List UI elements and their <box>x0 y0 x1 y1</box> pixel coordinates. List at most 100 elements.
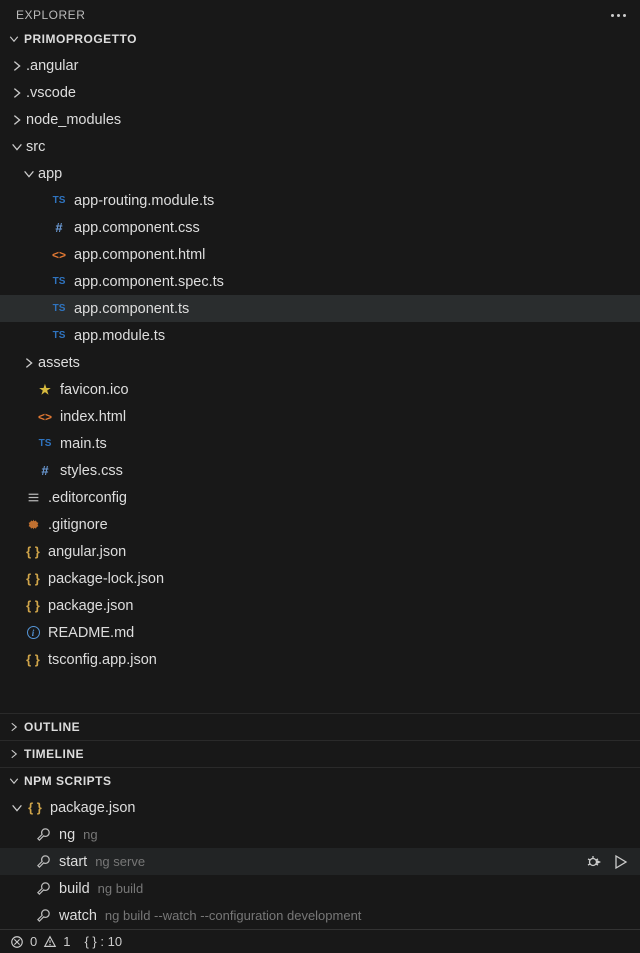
npm-script-cmd: ng build --watch --configuration develop… <box>105 908 362 923</box>
chevron-icon <box>10 140 24 154</box>
file-label: README.md <box>48 625 134 641</box>
warning-icon[interactable] <box>43 935 57 949</box>
chevron-icon <box>10 59 24 73</box>
npm-script-row[interactable]: buildng build <box>0 875 640 902</box>
file-row[interactable]: { }tsconfig.app.json <box>0 646 640 673</box>
folder-label: assets <box>38 355 80 371</box>
file-row[interactable]: #app.component.css <box>0 214 640 241</box>
file-row[interactable]: .gitignore <box>0 511 640 538</box>
file-row[interactable]: TS app.component.spec.ts <box>0 268 640 295</box>
npm-script-name: watch <box>59 908 97 924</box>
folder-row[interactable]: .angular <box>0 52 640 79</box>
npm-script-row[interactable]: start ng serve <box>0 848 640 875</box>
file-row[interactable]: <>app.component.html <box>0 241 640 268</box>
file-label: package-lock.json <box>48 571 164 587</box>
explorer-title: EXPLORER <box>16 8 85 22</box>
file-label: angular.json <box>48 544 126 560</box>
npm-script-name: start <box>59 854 87 870</box>
chevron-icon <box>10 113 24 127</box>
folder-label: .angular <box>26 58 78 74</box>
npm-script-name: ng <box>59 827 75 843</box>
json-icon: { } <box>24 571 42 586</box>
timeline-section-header[interactable]: TIMELINE <box>0 740 640 767</box>
chevron-icon <box>22 356 36 370</box>
file-row[interactable]: { } package-lock.json <box>0 565 640 592</box>
file-label: tsconfig.app.json <box>48 652 157 668</box>
file-row[interactable]: { } package.json <box>0 592 640 619</box>
css-icon: # <box>36 463 54 478</box>
outline-label: OUTLINE <box>24 720 80 734</box>
npm-scripts-label: NPM SCRIPTS <box>24 774 112 788</box>
debug-icon[interactable] <box>586 854 602 870</box>
file-row[interactable]: TS app.module.ts <box>0 322 640 349</box>
folder-label: .vscode <box>26 85 76 101</box>
html-icon: <> <box>36 410 54 424</box>
file-label: app-routing.module.ts <box>74 193 214 209</box>
warning-count[interactable]: 1 <box>63 934 70 949</box>
npm-scripts-section-header[interactable]: NPM SCRIPTS <box>0 767 640 794</box>
css-icon: # <box>50 220 68 235</box>
file-label: app.component.spec.ts <box>74 274 224 290</box>
file-label: index.html <box>60 409 126 425</box>
npm-script-row[interactable]: watch ng build --watch --configuration de… <box>0 902 640 929</box>
error-count[interactable]: 0 <box>30 934 37 949</box>
file-label: main.ts <box>60 436 107 452</box>
chevron-icon <box>22 167 36 181</box>
file-row[interactable]: # styles.css <box>0 457 640 484</box>
project-name: PRIMOPROGETTO <box>24 32 137 46</box>
npm-script-row[interactable]: ngng <box>0 821 640 848</box>
chevron-icon <box>10 86 24 100</box>
npm-package-json-row[interactable]: { } package.json <box>0 794 640 821</box>
folder-row[interactable]: src <box>0 133 640 160</box>
json-icon: { } <box>24 598 42 613</box>
folder-row[interactable]: assets <box>0 349 640 376</box>
file-label: app.component.ts <box>74 301 189 317</box>
folder-row[interactable]: .vscode <box>0 79 640 106</box>
explorer-header: EXPLORER <box>0 0 640 30</box>
file-row[interactable]: .editorconfig <box>0 484 640 511</box>
npm-script-cmd: ng <box>83 827 97 842</box>
file-row[interactable]: TSmain.ts <box>0 430 640 457</box>
folder-label: src <box>26 139 45 155</box>
html-icon: <> <box>50 248 68 262</box>
file-label: package.json <box>48 598 133 614</box>
project-section-header[interactable]: PRIMOPROGETTO <box>0 30 640 52</box>
file-label: app.module.ts <box>74 328 165 344</box>
file-row[interactable]: TSapp.component.ts <box>0 295 640 322</box>
chevron-down-icon <box>8 33 20 45</box>
file-label: .gitignore <box>48 517 108 533</box>
folder-row[interactable]: app <box>0 160 640 187</box>
npm-scripts-list: ngng start ng serve buildng build watch ng bu… <box>0 821 640 929</box>
run-icon[interactable] <box>612 854 628 870</box>
file-label: .editorconfig <box>48 490 127 506</box>
status-extra[interactable]: { } : 10 <box>84 934 122 949</box>
gitignore-icon <box>24 518 42 531</box>
file-row[interactable]: ★favicon.ico <box>0 376 640 403</box>
npm-script-cmd: ng serve <box>95 854 145 869</box>
typescript-icon: TS <box>50 276 68 287</box>
file-row[interactable]: { } angular.json <box>0 538 640 565</box>
file-row[interactable]: <> index.html <box>0 403 640 430</box>
folder-label: app <box>38 166 62 182</box>
npm-script-name: build <box>59 881 90 897</box>
outline-section-header[interactable]: OUTLINE <box>0 713 640 740</box>
timeline-label: TIMELINE <box>24 747 84 761</box>
file-label: styles.css <box>60 463 123 479</box>
json-icon: { } <box>26 800 44 815</box>
chevron-down-icon <box>10 801 24 815</box>
status-bar: 0 1 { } : 10 <box>0 929 640 953</box>
tool-icon <box>36 827 51 842</box>
folder-row[interactable]: node_modules <box>0 106 640 133</box>
file-row[interactable]: iREADME.md <box>0 619 640 646</box>
file-label: favicon.ico <box>60 382 129 398</box>
file-row[interactable]: TS app-routing.module.ts <box>0 187 640 214</box>
folder-label: node_modules <box>26 112 121 128</box>
json-icon: { } <box>24 544 42 559</box>
error-icon[interactable] <box>10 935 24 949</box>
tool-icon <box>36 854 51 869</box>
typescript-icon: TS <box>50 195 68 206</box>
editorconfig-icon <box>24 491 42 504</box>
npm-file-label: package.json <box>50 800 135 816</box>
typescript-icon: TS <box>50 330 68 341</box>
more-actions-icon[interactable] <box>611 14 626 17</box>
